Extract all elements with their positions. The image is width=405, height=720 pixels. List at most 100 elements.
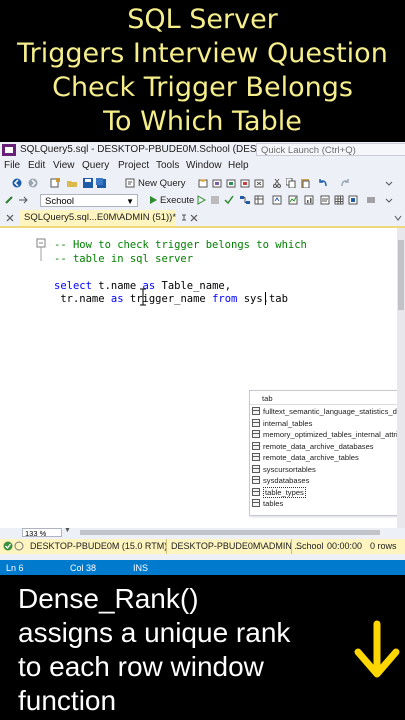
cancel-query-icon[interactable]: [210, 195, 220, 205]
execute-button[interactable]: Execute: [160, 195, 194, 206]
change-connection-icon[interactable]: [18, 195, 28, 205]
intellisense-item[interactable]: remote_data_archive_tables: [250, 452, 405, 463]
client-stats-icon[interactable]: [304, 195, 314, 205]
menu-edit[interactable]: Edit: [28, 160, 45, 171]
selected-database: School: [45, 196, 75, 207]
ide-status-bar: Ln 6 Col 38 INS: [0, 560, 405, 575]
comment-out-icon[interactable]: [366, 195, 376, 205]
intellisense-list[interactable]: tab fulltext_semantic_language_statistic…: [249, 390, 405, 516]
editor-horizontal-scrollbar[interactable]: 133 % ▼: [0, 527, 405, 538]
xmla-query-icon[interactable]: [254, 178, 264, 188]
dmx-query-icon[interactable]: [240, 178, 250, 188]
intellisense-item[interactable]: internal_tables: [250, 418, 405, 429]
ssms-app-icon: [2, 144, 16, 156]
code-token: tr.name: [54, 293, 111, 305]
table-icon: [252, 418, 260, 427]
intellisense-item[interactable]: fulltext_semantic_language_statistics_da…: [250, 406, 405, 417]
cut-icon[interactable]: [272, 178, 282, 188]
database-engine-query-icon[interactable]: [198, 178, 208, 188]
caption-line-3: to each row window: [18, 651, 264, 682]
editor-vertical-scrollbar[interactable]: [397, 228, 405, 528]
status-divider: [166, 539, 167, 554]
collapse-region-icon[interactable]: [36, 238, 46, 262]
vertical-scroll-thumb[interactable]: [398, 240, 404, 310]
menu-tools[interactable]: Tools: [156, 160, 179, 171]
intellisense-item[interactable]: sysdatabases: [250, 475, 405, 486]
quick-launch-input[interactable]: Quick Launch (Ctrl+Q): [256, 143, 405, 156]
parse-check-icon[interactable]: [224, 195, 234, 205]
tab-close-icon[interactable]: [190, 214, 198, 222]
redo-icon[interactable]: [340, 178, 350, 188]
intellisense-item-label: remote_data_archive_databases: [263, 441, 374, 451]
table-icon: [252, 487, 260, 496]
elapsed-time: 00:00:00: [327, 541, 363, 551]
analysis-query-icon[interactable]: [212, 178, 222, 188]
chevron-down-icon: ▼: [126, 197, 134, 206]
column-number: Col 38: [70, 563, 97, 573]
title-line-4: To Which Table: [103, 106, 302, 137]
close-icon[interactable]: [6, 214, 14, 222]
menu-help[interactable]: Help: [228, 160, 249, 171]
debug-icon[interactable]: [196, 195, 206, 205]
new-query-button[interactable]: New Query: [138, 178, 186, 189]
code-line-4: tr.name as trigger_name from sys.tab: [54, 293, 288, 305]
connect-icon[interactable]: [4, 195, 14, 205]
ibeam-cursor-icon: [140, 288, 146, 306]
forward-icon[interactable]: [28, 178, 38, 188]
text-cursor: [265, 292, 266, 305]
open-icon[interactable]: [67, 178, 77, 188]
code-token: -- table in sql server: [54, 253, 194, 265]
copy-icon[interactable]: [286, 178, 296, 188]
intellisense-item[interactable]: tables: [250, 498, 405, 509]
available-databases-select[interactable]: School ▼: [40, 194, 138, 207]
menu-window[interactable]: Window: [186, 160, 222, 171]
include-plan-icon[interactable]: [272, 195, 282, 205]
tab-overflow-icon[interactable]: [394, 214, 402, 222]
table-icon: [252, 441, 260, 450]
intellisense-item[interactable]: table_types: [250, 486, 405, 498]
toolbar-overflow-icon[interactable]: [384, 178, 394, 188]
new-query-icon[interactable]: [125, 178, 135, 188]
save-all-icon[interactable]: [96, 178, 106, 188]
results-to-file-icon[interactable]: [348, 195, 358, 205]
intellisense-item-label: table_types: [263, 486, 306, 498]
intellisense-item[interactable]: remote_data_archive_databases: [250, 441, 405, 452]
back-icon[interactable]: [12, 178, 22, 188]
intellisense-item-label: remote_data_archive_tables: [263, 453, 359, 462]
live-stats-icon[interactable]: [288, 195, 298, 205]
title-line-2: Triggers Interview Question: [17, 38, 388, 69]
code-token: trigger_name: [123, 293, 213, 305]
sql-editor-toolbar: School ▼ Execute: [0, 192, 405, 209]
insert-mode: INS: [133, 563, 149, 573]
tab-sqlquery5[interactable]: SQLQuery5.sql...E0M\ADMIN (51))*: [20, 210, 176, 226]
window-title: SQLQuery5.sql - DESKTOP-PBUDE0M.School (…: [20, 144, 277, 155]
results-to-text-icon[interactable]: [320, 195, 330, 205]
intellisense-item-label: syscursortables: [263, 464, 316, 474]
menu-project[interactable]: Project: [118, 160, 149, 171]
save-icon[interactable]: [83, 178, 93, 188]
query-editor[interactable]: -- How to check trigger belongs to which…: [0, 228, 405, 528]
query-designer-icon[interactable]: [254, 195, 264, 205]
execute-icon[interactable]: [148, 195, 158, 205]
line-number: Ln 6: [6, 563, 24, 573]
paste-icon[interactable]: [300, 178, 310, 188]
pin-icon[interactable]: [180, 214, 188, 222]
typed-text: tab: [262, 394, 273, 403]
toolbar2-overflow-icon[interactable]: [384, 195, 394, 205]
intellisense-item[interactable]: memory_optimized_tables_internal_attribu…: [250, 429, 405, 440]
mdx-query-icon[interactable]: [226, 178, 236, 188]
menu-query[interactable]: Query: [82, 160, 109, 171]
zoom-select[interactable]: 133 %: [22, 528, 62, 538]
code-token: as: [110, 293, 124, 305]
results-to-grid-icon[interactable]: [334, 195, 344, 205]
intellisense-item[interactable]: syscursortables: [250, 464, 405, 475]
undo-icon[interactable]: [318, 178, 328, 188]
caption-line-2: assigns a unique rank: [18, 617, 291, 648]
horizontal-scroll-thumb[interactable]: [80, 530, 380, 535]
menu-view[interactable]: View: [53, 160, 75, 171]
code-line-1: -- How to check trigger belongs to which: [54, 239, 307, 251]
display-plan-icon[interactable]: [240, 195, 250, 205]
table-icon: [252, 407, 260, 415]
menu-file[interactable]: File: [4, 160, 20, 171]
new-item-icon[interactable]: [50, 178, 60, 188]
